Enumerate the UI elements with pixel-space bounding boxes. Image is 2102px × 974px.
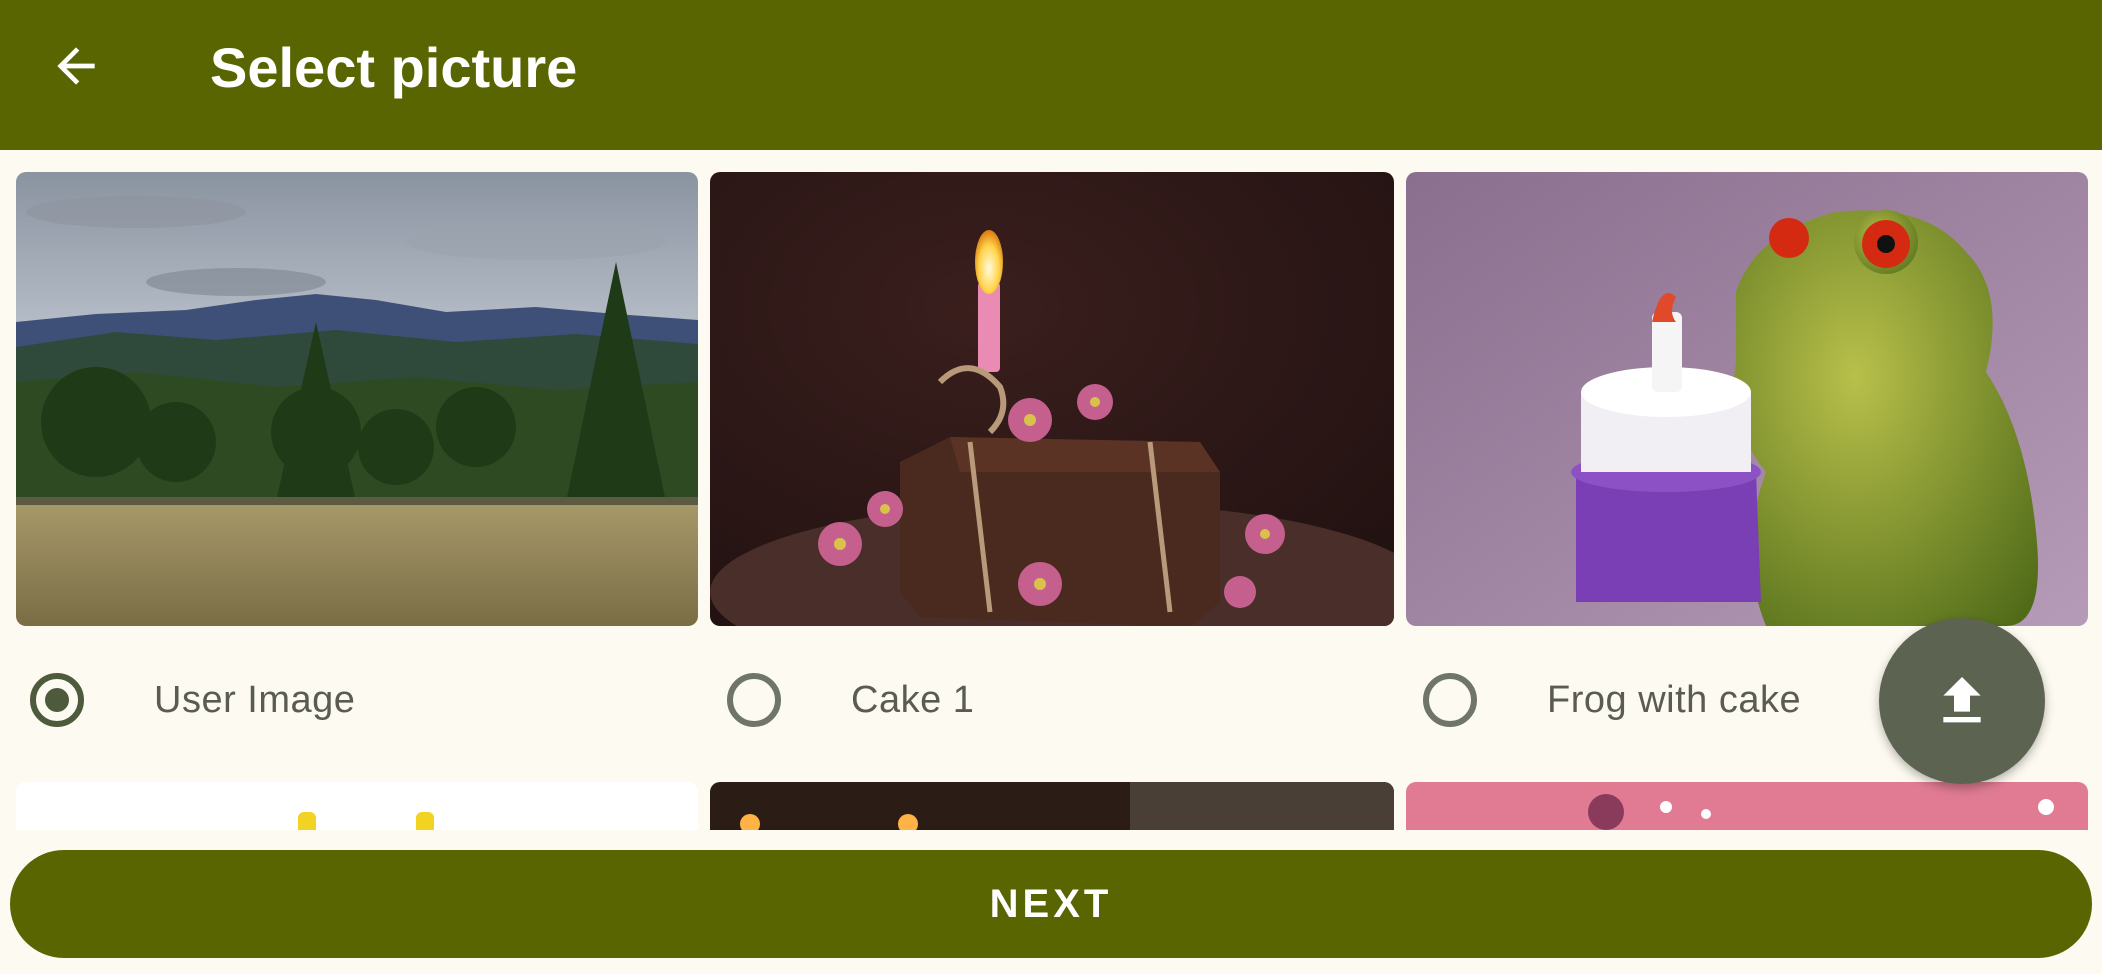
option-label-cake-1: Cake 1 xyxy=(851,678,975,721)
mountain-landscape-image xyxy=(16,172,698,626)
picture-tile-user-image[interactable] xyxy=(16,172,698,626)
partial-picture-image xyxy=(710,782,1394,830)
option-label-frog-with-cake: Frog with cake xyxy=(1547,678,1802,721)
radio-frog-with-cake[interactable] xyxy=(1423,673,1477,727)
option-user-image[interactable]: User Image xyxy=(0,655,700,745)
option-frog-with-cake[interactable]: Frog with cake xyxy=(1393,655,1873,745)
frog-with-cake-image xyxy=(1406,172,2088,626)
cake-with-candle-image xyxy=(710,172,1394,626)
back-button[interactable] xyxy=(40,30,112,102)
picture-grid: User Image Cake 1 Frog with cake xyxy=(0,150,2102,830)
page-title: Select picture xyxy=(210,36,578,99)
radio-user-image[interactable] xyxy=(30,673,84,727)
upload-icon xyxy=(1943,677,1981,723)
upload-button[interactable] xyxy=(1879,618,2045,784)
picture-tile-cake-1[interactable] xyxy=(710,172,1394,626)
radio-cake-1[interactable] xyxy=(727,673,781,727)
picture-tile-row2-2[interactable] xyxy=(710,782,1394,830)
option-cake-1[interactable]: Cake 1 xyxy=(697,655,1397,745)
partial-picture-image xyxy=(1406,782,2088,830)
next-button[interactable]: NEXT xyxy=(10,850,2092,958)
partial-picture-image xyxy=(16,782,698,830)
picture-tile-row2-3[interactable] xyxy=(1406,782,2088,830)
picture-tile-frog-with-cake[interactable] xyxy=(1406,172,2088,626)
picture-tile-row2-1[interactable] xyxy=(16,782,698,830)
app-bar: Select picture xyxy=(0,0,2102,150)
arrow-back-icon xyxy=(57,47,95,85)
option-label-user-image: User Image xyxy=(154,678,356,721)
